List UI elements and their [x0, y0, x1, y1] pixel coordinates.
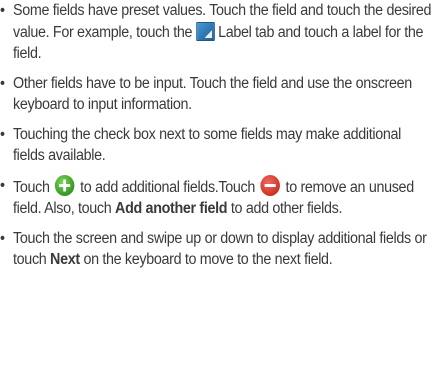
bullet-text: Other fields have to be input. Touch the…	[13, 74, 412, 114]
bullet-text: to add additional fields.Touch	[76, 178, 259, 196]
bullet-marker: •	[0, 74, 5, 92]
add-another-field-text: Add another field	[115, 200, 228, 217]
label-tab-icon	[195, 21, 215, 41]
instruction-document: • Some fields have preset values. Touch t…	[0, 0, 438, 386]
bullet-marker: •	[0, 176, 5, 194]
bullet-item-preset-values: • Some fields have preset values. Touch t…	[0, 0, 432, 65]
bullet-text: Touching the check box next to some fiel…	[13, 125, 402, 165]
minus-circle-icon	[260, 174, 281, 196]
bullet-text: to add other fields.	[227, 200, 343, 217]
bullet-item-input-fields: • Other fields have to be input. Touch th…	[0, 73, 432, 116]
bullet-marker: •	[0, 2, 5, 19]
bullet-item-swipe-next: • Touch the screen and swipe up or down t…	[0, 228, 432, 271]
bullet-list: • Some fields have preset values. Touch t…	[0, 0, 438, 271]
next-key-text: Next	[50, 251, 80, 268]
bullet-item-add-remove: • Touch to add additional fields.Touch to…	[0, 174, 432, 220]
bullet-marker: •	[0, 229, 5, 247]
bullet-marker: •	[0, 125, 5, 143]
bullet-text: Touch	[13, 178, 54, 196]
bullet-item-check-box: • Touching the check box next to some fie…	[0, 124, 432, 167]
plus-circle-icon	[55, 174, 75, 196]
bullet-text: on the keyboard to move to the next fiel…	[79, 251, 333, 268]
